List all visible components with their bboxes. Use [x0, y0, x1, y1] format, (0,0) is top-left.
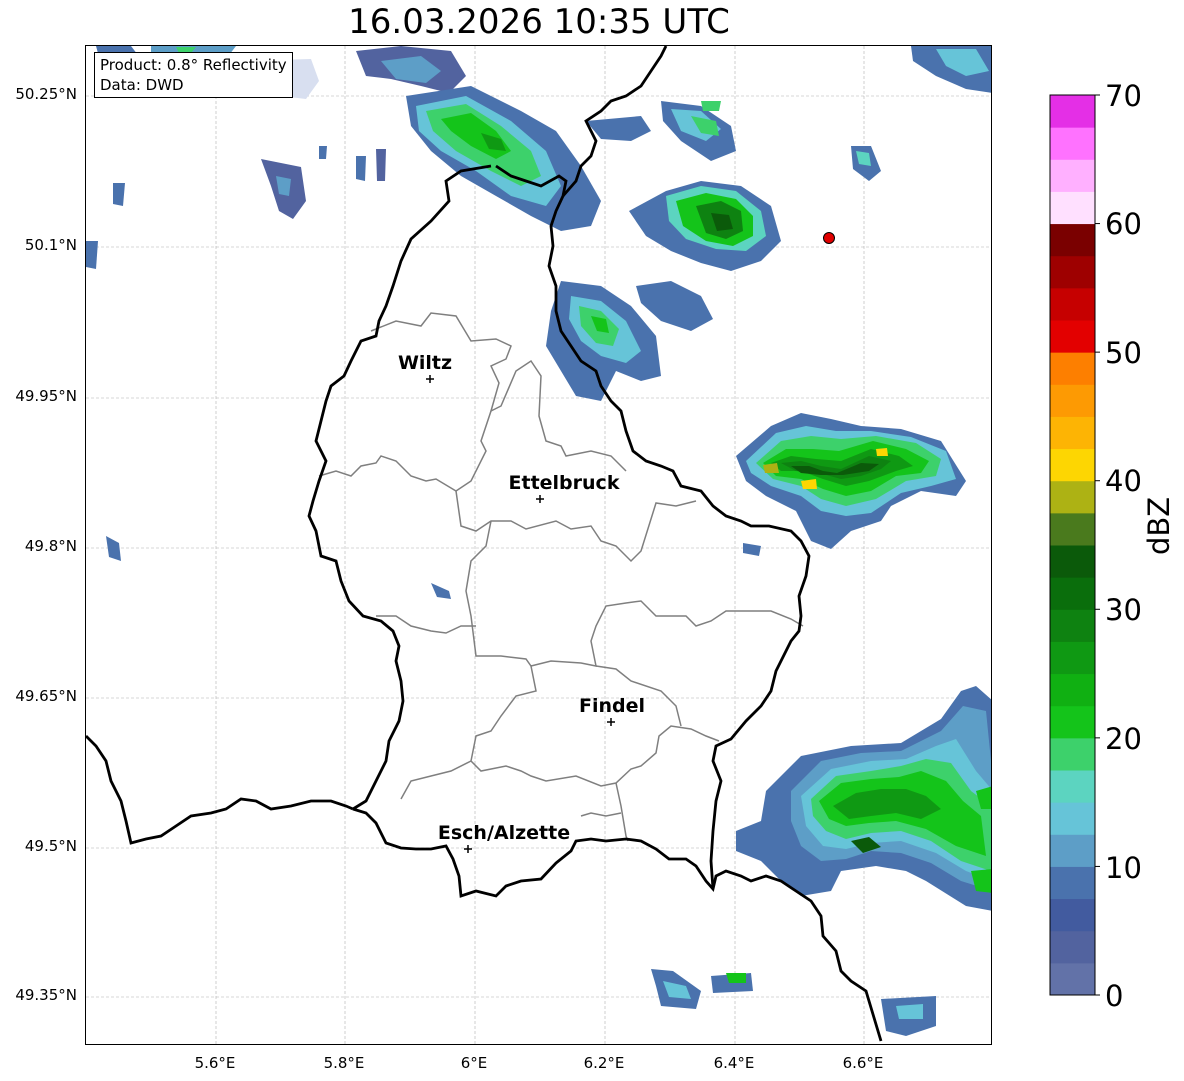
- colorbar-segment: [1050, 866, 1095, 900]
- colorbar-segment: [1050, 320, 1095, 353]
- lat-tick: 50.25°N: [15, 85, 77, 103]
- map-title: 16.03.2026 10:35 UTC: [348, 2, 730, 42]
- radar-echoes: [86, 46, 991, 1036]
- city-label-esch-alzette: Esch/Alzette: [438, 822, 570, 844]
- colorbar-segment: [1050, 673, 1095, 707]
- radar-map-canvas: Wiltz Ettelbruck Findel Esch/Alzette: [86, 46, 991, 1044]
- colorbar-segment: [1050, 512, 1095, 546]
- colorbar-segment: [1050, 802, 1095, 835]
- colorbar-segment: [1050, 545, 1095, 578]
- lat-tick: 49.35°N: [15, 986, 77, 1004]
- colorbar-segment: [1050, 95, 1095, 128]
- lat-tick: 49.8°N: [24, 537, 77, 555]
- colorbar-segment: [1050, 159, 1095, 192]
- lat-tick: 49.95°N: [15, 387, 77, 405]
- lon-tick: 6.4°E: [713, 1054, 755, 1072]
- colorbar-segment: [1050, 962, 1095, 996]
- colorbar-segment: [1050, 384, 1095, 417]
- colorbar-tick: 40: [1105, 464, 1142, 498]
- city-markers: Wiltz Ettelbruck Findel Esch/Alzette: [398, 352, 645, 853]
- lon-tick: 6.6°E: [842, 1054, 884, 1072]
- colorbar: [1049, 94, 1100, 996]
- colorbar-tick: 0: [1105, 979, 1124, 1013]
- lat-tick: 49.65°N: [15, 687, 77, 705]
- product-label: Product: 0.8° Reflectivity: [100, 56, 287, 74]
- colorbar-segment: [1050, 834, 1095, 867]
- lon-tick: 5.6°E: [194, 1054, 236, 1072]
- colorbar-segment: [1050, 737, 1095, 771]
- echo-band-north: [356, 46, 601, 231]
- colorbar-segment: [1050, 223, 1095, 257]
- colorbar-segment: [1050, 352, 1095, 385]
- colorbar-segment: [1050, 930, 1095, 964]
- lon-tick: 6.2°E: [583, 1054, 625, 1072]
- colorbar-segment: [1050, 577, 1095, 610]
- radar-map[interactable]: Wiltz Ettelbruck Findel Esch/Alzette: [85, 45, 992, 1045]
- city-findel[interactable]: Findel: [579, 695, 645, 726]
- colorbar-tick: 30: [1105, 593, 1142, 627]
- city-label-findel: Findel: [579, 695, 645, 717]
- product-info-box: Product: 0.8° Reflectivity Data: DWD: [94, 52, 293, 98]
- colorbar-segment: [1050, 191, 1095, 225]
- colorbar-segment: [1050, 770, 1095, 803]
- red-circle-icon[interactable]: [823, 232, 835, 244]
- lon-tick: 6°E: [460, 1054, 488, 1072]
- city-label-ettelbruck: Ettelbruck: [509, 472, 620, 494]
- colorbar-label: dBZ: [1142, 496, 1176, 555]
- city-label-wiltz: Wiltz: [398, 352, 452, 374]
- colorbar-segment: [1050, 127, 1095, 160]
- echo-storm-east: [736, 413, 966, 556]
- city-ettelbruck[interactable]: Ettelbruck: [509, 472, 620, 503]
- city-esch-alzette[interactable]: Esch/Alzette: [438, 822, 570, 853]
- colorbar-segment: [1050, 641, 1095, 675]
- colorbar-segment: [1050, 898, 1095, 932]
- colorbar-segment: [1050, 448, 1095, 482]
- data-source-label: Data: DWD: [100, 76, 184, 94]
- city-wiltz[interactable]: Wiltz: [398, 352, 452, 383]
- colorbar-segment: [1050, 255, 1095, 289]
- colorbar-tick: 60: [1105, 207, 1142, 241]
- lon-tick: 5.8°E: [323, 1054, 365, 1072]
- colorbar-segment: [1050, 480, 1095, 514]
- colorbar-tick: 70: [1105, 79, 1142, 113]
- colorbar-segment: [1050, 287, 1095, 321]
- colorbar-tick: 10: [1105, 851, 1142, 885]
- lat-tick: 49.5°N: [24, 837, 77, 855]
- colorbar-tick: 50: [1105, 336, 1142, 370]
- country-borders: [86, 46, 883, 1042]
- colorbar-segment: [1050, 416, 1095, 450]
- colorbar-tick: 20: [1105, 722, 1142, 756]
- echo-cell-south: [651, 969, 936, 1036]
- colorbar-segment: [1050, 705, 1095, 739]
- canton-borders: [318, 312, 804, 842]
- echo-cell-nw: [86, 46, 451, 599]
- echo-band-northeast: [586, 46, 991, 331]
- lat-tick: 50.1°N: [24, 236, 77, 254]
- colorbar-segment: [1050, 609, 1095, 642]
